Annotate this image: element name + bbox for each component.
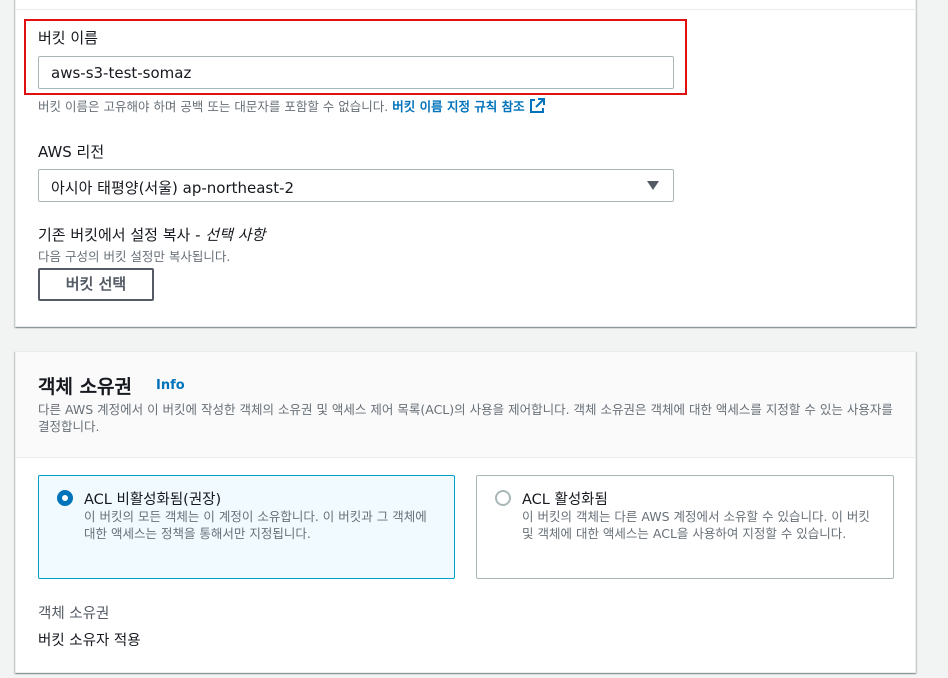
acl-disabled-radio[interactable] bbox=[57, 490, 73, 506]
acl-disabled-title: ACL 비활성화됨(권장) bbox=[84, 492, 222, 508]
object-ownership-panel: 객체 소유권 Info 다른 AWS 계정에서 이 버킷에 작성한 객체의 소유… bbox=[15, 351, 916, 673]
copy-settings-hint: 다음 구성의 버킷 설정만 복사됩니다. bbox=[38, 249, 231, 264]
optional-tag: 선택 사항 bbox=[205, 226, 266, 244]
acl-enabled-description: 이 버킷의 객체는 다른 AWS 계정에서 소유할 수 있습니다. 이 버킷 및… bbox=[522, 509, 870, 541]
bucket-name-hint: 버킷 이름은 고유해야 하며 공백 또는 대문자를 포함할 수 없습니다. 버킷… bbox=[38, 96, 545, 115]
acl-disabled-tile[interactable]: ACL 비활성화됨(권장) 이 버킷의 모든 객체는 이 계정이 소유합니다. … bbox=[38, 475, 455, 579]
object-ownership-description: 다른 AWS 계정에서 이 버킷에 작성한 객체의 소유권 및 액세스 제어 목… bbox=[38, 402, 893, 434]
region-select-value: 아시아 태평양(서울) ap-northeast-2 bbox=[51, 179, 295, 197]
region-select[interactable]: 아시아 태평양(서울) ap-northeast-2 bbox=[38, 169, 674, 202]
bucket-name-label: 버킷 이름 bbox=[38, 29, 98, 47]
bucket-name-input[interactable]: aws-s3-test-somaz bbox=[38, 56, 674, 89]
external-link-icon bbox=[529, 98, 545, 113]
copy-settings-label: 기존 버킷에서 설정 복사 - 선택 사항 bbox=[38, 226, 266, 244]
choose-bucket-button[interactable]: 버킷 선택 bbox=[38, 268, 154, 301]
acl-disabled-description: 이 버킷의 모든 객체는 이 계정이 소유합니다. 이 버킷과 그 객체에 대한… bbox=[84, 509, 427, 541]
object-ownership-title: 객체 소유권 bbox=[38, 376, 133, 398]
object-ownership-summary-value: 버킷 소유자 적용 bbox=[38, 633, 141, 649]
bucket-name-hint-text: 버킷 이름은 고유해야 하며 공백 또는 대문자를 포함할 수 없습니다. bbox=[38, 99, 389, 114]
object-ownership-header: 객체 소유권 Info 다른 AWS 계정에서 이 버킷에 작성한 객체의 소유… bbox=[16, 352, 915, 458]
caret-down-icon bbox=[647, 181, 659, 190]
acl-enabled-radio[interactable] bbox=[495, 490, 511, 506]
region-label: AWS 리전 bbox=[38, 143, 105, 161]
acl-enabled-title: ACL 활성화됨 bbox=[522, 492, 608, 508]
general-config-panel: 버킷 이름 aws-s3-test-somaz 버킷 이름은 고유해야 하며 공… bbox=[15, 0, 916, 327]
acl-enabled-tile[interactable]: ACL 활성화됨 이 버킷의 객체는 다른 AWS 계정에서 소유할 수 있습니… bbox=[476, 475, 894, 579]
object-ownership-summary-key: 객체 소유권 bbox=[38, 606, 110, 622]
info-link[interactable]: Info bbox=[156, 378, 185, 393]
panel-divider bbox=[16, 9, 915, 10]
bucket-name-rules-link[interactable]: 버킷 이름 지정 규칙 참조 bbox=[392, 98, 545, 114]
